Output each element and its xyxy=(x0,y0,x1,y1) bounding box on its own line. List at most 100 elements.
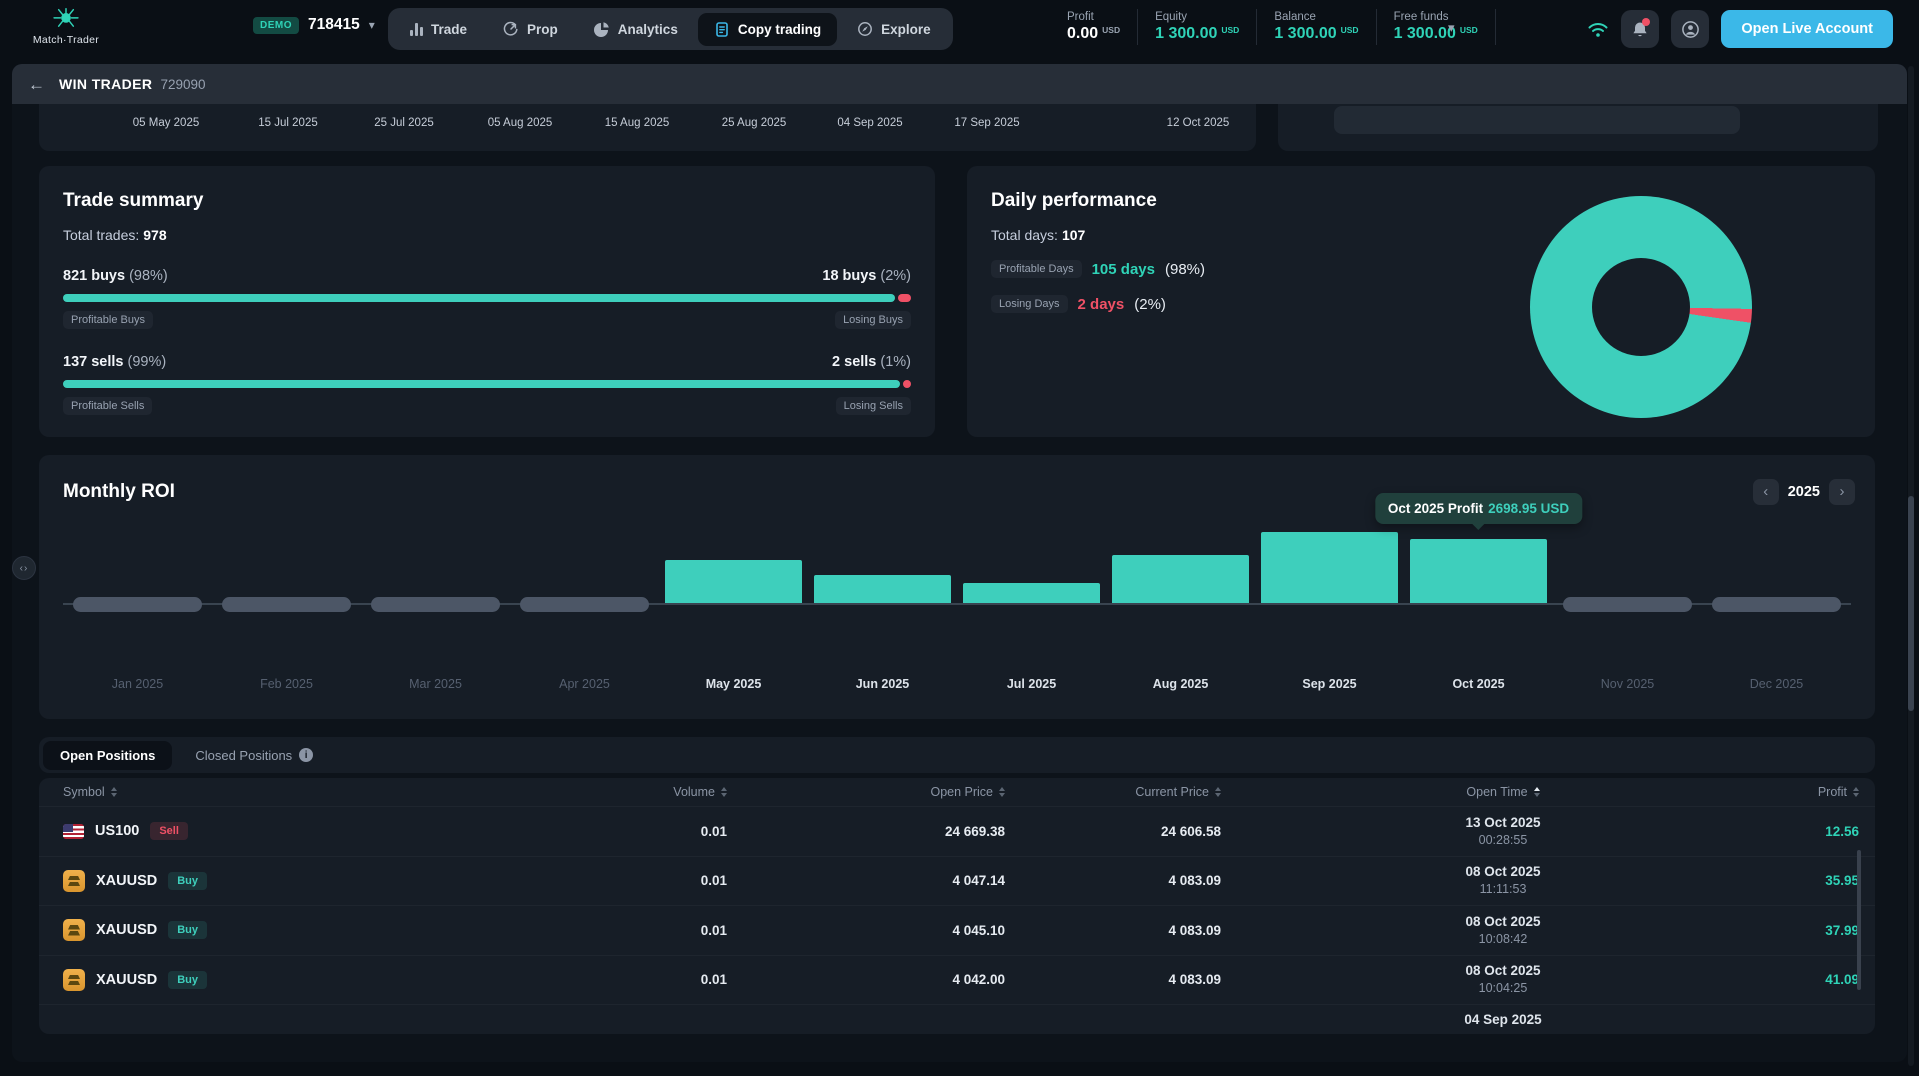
nav-tab-explore[interactable]: Explore xyxy=(841,13,947,45)
prev-year-button[interactable]: ‹ xyxy=(1753,479,1779,505)
positions-table: SymbolVolumeOpen PriceCurrent PriceOpen … xyxy=(39,778,1875,1034)
axis-tick: 25 Aug 2025 xyxy=(722,117,787,129)
page-scrollbar-thumb[interactable] xyxy=(1908,496,1914,711)
stat-free-funds: Free funds 1 300.00USD xyxy=(1377,9,1496,45)
account-selector[interactable]: DEMO 718415 ▾ xyxy=(253,16,375,34)
losing-buys-stat: 18 buys(2%) xyxy=(822,268,911,284)
section-title: Trade summary xyxy=(63,190,911,212)
table-row-partial[interactable]: 04 Sep 2025 xyxy=(39,1004,1875,1034)
month-label: Oct 2025 xyxy=(1404,677,1553,691)
daily-performance-donut-chart xyxy=(1530,196,1752,418)
symbol-cell: XAUUSD Buy xyxy=(63,870,383,892)
profitable-sells-chip: Profitable Sells xyxy=(63,397,152,415)
month-label: Jan 2025 xyxy=(63,677,212,691)
tab-closed-positions[interactable]: Closed Positions i xyxy=(178,741,330,770)
total-trades-value: 978 xyxy=(143,227,166,243)
roi-bar-cell xyxy=(212,515,361,603)
losing-days-pct: (2%) xyxy=(1134,296,1166,313)
table-row[interactable]: XAUUSDBuy0.014 047.144 083.0908 Oct 2025… xyxy=(39,856,1875,906)
buys-profitable-segment xyxy=(63,294,895,302)
stat-balance: Balance 1 300.00USD xyxy=(1257,9,1376,45)
app-logo[interactable]: Match·Trader xyxy=(18,6,114,46)
side-badge: Buy xyxy=(168,872,207,890)
column-header-open-time[interactable]: Open Time xyxy=(1221,785,1785,799)
gold-bars-icon xyxy=(63,919,85,941)
table-row[interactable]: XAUUSDBuy0.014 042.004 083.0908 Oct 2025… xyxy=(39,955,1875,1005)
buys-losing-segment xyxy=(898,294,911,302)
gold-bars-icon xyxy=(63,870,85,892)
roi-month-labels: Jan 2025Feb 2025Mar 2025Apr 2025May 2025… xyxy=(63,677,1851,691)
profit-cell: 41.09 xyxy=(1785,972,1859,987)
losing-days-value: 2 days xyxy=(1078,296,1125,313)
no-data-bar xyxy=(520,597,648,612)
open-price-cell: 4 045.10 xyxy=(727,923,1005,938)
profitable-days-chip: Profitable Days xyxy=(991,260,1082,278)
table-row[interactable]: US100Sell0.0124 669.3824 606.5813 Oct 20… xyxy=(39,806,1875,856)
demo-badge: DEMO xyxy=(253,17,299,34)
notifications-button[interactable] xyxy=(1621,10,1659,48)
losing-days-chip: Losing Days xyxy=(991,295,1068,313)
axis-tick: 15 Jul 2025 xyxy=(258,117,317,129)
stat-profit: Profit 0.00USD xyxy=(1050,9,1138,45)
roi-bar-cell xyxy=(63,515,212,603)
page-scrollbar[interactable] xyxy=(1908,66,1914,1066)
roi-bar[interactable] xyxy=(814,575,951,603)
nav-tab-trade[interactable]: Trade xyxy=(394,14,483,45)
axis-tick: 04 Sep 2025 xyxy=(837,117,902,129)
month-label: Mar 2025 xyxy=(361,677,510,691)
profit-cell: 35.95 xyxy=(1785,873,1859,888)
volume-cell: 0.01 xyxy=(383,923,727,938)
symbol-cell: US100Sell xyxy=(63,822,383,840)
donut-hole xyxy=(1592,258,1690,356)
table-row[interactable]: XAUUSDBuy0.014 045.104 083.0908 Oct 2025… xyxy=(39,905,1875,955)
symbol-name: XAUUSD xyxy=(96,873,157,889)
roi-bar[interactable] xyxy=(1261,532,1398,603)
axis-tick: 05 Aug 2025 xyxy=(488,117,553,129)
roi-tooltip: Oct 2025 Profit2698.95 USD xyxy=(1375,493,1582,524)
no-data-bar xyxy=(222,597,350,612)
panel-expand-handle[interactable]: ‹› xyxy=(12,556,36,580)
section-title: Monthly ROI xyxy=(63,481,175,503)
open-time: 00:28:55 xyxy=(1221,832,1785,849)
stats-expand-chevron-icon[interactable]: ▾ xyxy=(1448,20,1455,36)
axis-tick: 15 Aug 2025 xyxy=(605,117,670,129)
open-date: 04 Sep 2025 xyxy=(1221,1011,1785,1029)
current-price-cell: 24 606.58 xyxy=(1005,824,1221,839)
positions-tabs: Open Positions Closed Positions i xyxy=(39,737,1875,773)
account-stats: Profit 0.00USD Equity 1 300.00USD Balanc… xyxy=(1050,9,1496,45)
column-header-open-price[interactable]: Open Price xyxy=(727,785,1005,799)
nav-tab-copy-trading[interactable]: Copy trading xyxy=(698,13,837,46)
column-header-current-price[interactable]: Current Price xyxy=(1005,785,1221,799)
roi-bar[interactable] xyxy=(963,583,1100,603)
open-time-cell: 08 Oct 202510:04:25 xyxy=(1221,962,1785,997)
topbar-right: Open Live Account xyxy=(1587,10,1893,48)
main-nav: Trade Prop Analytics Copy trading xyxy=(388,8,953,50)
nav-tab-prop[interactable]: Prop xyxy=(487,13,574,45)
roi-bar[interactable] xyxy=(665,560,802,603)
no-data-bar xyxy=(1563,597,1691,612)
column-header-symbol[interactable]: Symbol xyxy=(63,785,383,799)
sells-progress-bar xyxy=(63,380,911,388)
open-date: 08 Oct 2025 xyxy=(1221,962,1785,980)
open-live-account-button[interactable]: Open Live Account xyxy=(1721,10,1893,48)
month-label: Feb 2025 xyxy=(212,677,361,691)
open-time-cell: 08 Oct 202510:08:42 xyxy=(1221,913,1785,948)
symbol-name: US100 xyxy=(95,823,139,839)
roi-bar-cell xyxy=(361,515,510,603)
back-arrow-icon[interactable]: ← xyxy=(28,76,45,93)
table-scrollbar-thumb[interactable] xyxy=(1857,850,1861,990)
roi-bar[interactable] xyxy=(1410,539,1547,603)
column-header-volume[interactable]: Volume xyxy=(383,785,727,799)
roi-bar[interactable] xyxy=(1112,555,1249,603)
tooltip-arrow xyxy=(1471,523,1485,530)
no-data-bar xyxy=(371,597,499,612)
profile-button[interactable] xyxy=(1671,10,1709,48)
trader-account-id: 729090 xyxy=(160,77,205,92)
open-time-cell: 08 Oct 202511:11:53 xyxy=(1221,863,1785,898)
nav-tab-analytics[interactable]: Analytics xyxy=(578,13,694,45)
volume-cell: 0.01 xyxy=(383,824,727,839)
column-header-profit[interactable]: Profit xyxy=(1785,785,1859,799)
tab-open-positions[interactable]: Open Positions xyxy=(43,741,172,770)
next-year-button[interactable]: › xyxy=(1829,479,1855,505)
roi-bar-cell xyxy=(957,515,1106,603)
